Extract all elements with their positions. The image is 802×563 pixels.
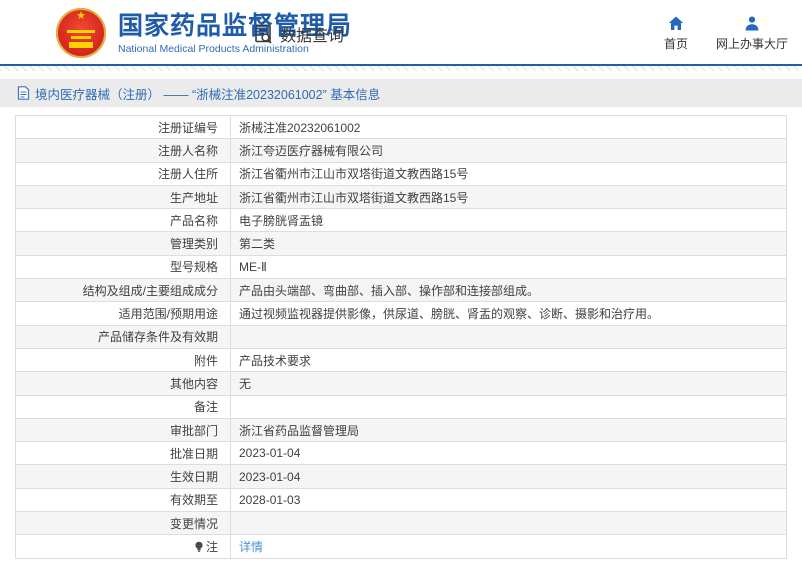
table-row: 注册人名称 浙江夸迈医疗器械有限公司: [15, 138, 787, 163]
table-row: 注 详情: [15, 534, 787, 559]
page-title: 境内医疗器械（注册） —— “浙械注准20232061002” 基本信息: [35, 87, 381, 102]
nav-item-service-hall[interactable]: 网上办事大厅: [716, 16, 788, 52]
national-emblem-icon: ★: [56, 8, 106, 58]
bulb-icon: [194, 541, 204, 553]
header-nav: 首页 网上办事大厅: [664, 16, 788, 52]
table-row: 管理类别 第二类: [15, 231, 787, 256]
data-query-tab[interactable]: 数据查询: [253, 22, 344, 46]
row-label: 注册证编号: [157, 120, 218, 135]
row-value: 电子膀胱肾盂镜: [230, 208, 787, 233]
table-row: 注册证编号 浙械注准20232061002: [15, 114, 787, 140]
row-value: 浙江省衢州市江山市双塔街道文教西路15号: [230, 184, 787, 210]
row-label: 注册人名称: [157, 143, 218, 158]
row-label: 批准日期: [169, 446, 218, 461]
row-value: 详情: [230, 534, 787, 559]
table-row: 型号规格 ME-Ⅱ: [15, 254, 787, 280]
nav-service-hall-label: 网上办事大厅: [715, 37, 788, 51]
user-icon: [744, 16, 760, 31]
table-row: 变更情况: [15, 511, 787, 536]
row-label: 产品储存条件及有效期: [97, 330, 218, 345]
row-label: 其他内容: [169, 376, 218, 391]
row-label: 适用范围/预期用途: [118, 307, 218, 322]
row-value: 通过视频监视器提供影像，供尿道、膀胱、肾盂的观察、诊断、摄影和治疗用。: [230, 301, 787, 326]
home-icon: [668, 16, 684, 31]
row-label: 型号规格: [169, 260, 218, 275]
row-label: 变更情况: [169, 516, 218, 531]
row-value: 产品技术要求: [230, 347, 787, 373]
document-icon: [17, 86, 30, 100]
table-row: 产品名称 电子膀胱肾盂镜: [15, 208, 787, 233]
row-value: 浙江夸迈医疗器械有限公司: [230, 138, 787, 163]
table-row: 生产地址 浙江省衢州市江山市双塔街道文教西路15号: [15, 184, 787, 210]
table-row: 其他内容 无: [15, 371, 787, 396]
row-label: 附件: [193, 353, 218, 368]
nav-home-label: 首页: [663, 37, 688, 51]
row-label: 生效日期: [169, 470, 218, 485]
breadcrumb: 境内医疗器械（注册） —— “浙械注准20232061002” 基本信息: [0, 79, 802, 107]
table-row: 注册人住所 浙江省衢州市江山市双塔街道文教西路15号: [15, 161, 787, 186]
row-value: [230, 511, 787, 536]
row-label: 有效期至: [169, 493, 218, 508]
row-value: ME-Ⅱ: [230, 254, 787, 280]
table-row: 备注: [15, 394, 787, 419]
row-value: [230, 324, 787, 349]
row-value: 2023-01-04: [230, 441, 787, 466]
row-value: 产品由头端部、弯曲部、插入部、操作部和连接部组成。: [230, 278, 787, 303]
nav-item-home[interactable]: 首页: [664, 16, 688, 52]
row-value: 第二类: [230, 231, 787, 256]
row-label: 结构及组成/主要组成成分: [82, 283, 218, 298]
details-link[interactable]: 详情: [239, 540, 263, 554]
table-row: 附件 产品技术要求: [15, 347, 787, 373]
row-value: 无: [230, 371, 787, 396]
table-row: 结构及组成/主要组成成分 产品由头端部、弯曲部、插入部、操作部和连接部组成。: [15, 278, 787, 303]
table-row: 产品储存条件及有效期: [15, 324, 787, 349]
document-search-icon: [253, 23, 275, 45]
row-label: 产品名称: [169, 213, 218, 228]
row-label: 注: [205, 539, 218, 554]
table-row: 审批部门 浙江省药品监督管理局: [15, 417, 787, 443]
row-value: 2023-01-04: [230, 464, 787, 489]
header: ★ 国家药品监督管理局 National Medical Products Ad…: [0, 0, 802, 66]
row-value: 浙江省药品监督管理局: [230, 417, 787, 443]
row-label: 生产地址: [169, 190, 218, 205]
row-value: 浙江省衢州市江山市双塔街道文教西路15号: [230, 161, 787, 186]
row-label: 注册人住所: [157, 167, 218, 182]
table-row: 批准日期 2023-01-04: [15, 441, 787, 466]
table-row: 适用范围/预期用途 通过视频监视器提供影像，供尿道、膀胱、肾盂的观察、诊断、摄影…: [15, 301, 787, 326]
row-value: 2028-01-03: [230, 487, 787, 513]
row-value: [230, 394, 787, 419]
row-label: 管理类别: [169, 237, 218, 252]
registration-info-section: 注册证编号 浙械注准20232061002 注册人名称 浙江夸迈医疗器械有限公司: [15, 114, 787, 559]
info-table: 注册证编号 浙械注准20232061002 注册人名称 浙江夸迈医疗器械有限公司: [15, 114, 787, 559]
table-row: 生效日期 2023-01-04: [15, 464, 787, 489]
row-label: 备注: [193, 400, 218, 415]
row-value: 浙械注准20232061002: [230, 114, 787, 140]
table-row: 有效期至 2028-01-03: [15, 487, 787, 513]
data-query-label: 数据查询: [280, 28, 345, 45]
row-label: 审批部门: [169, 423, 218, 438]
